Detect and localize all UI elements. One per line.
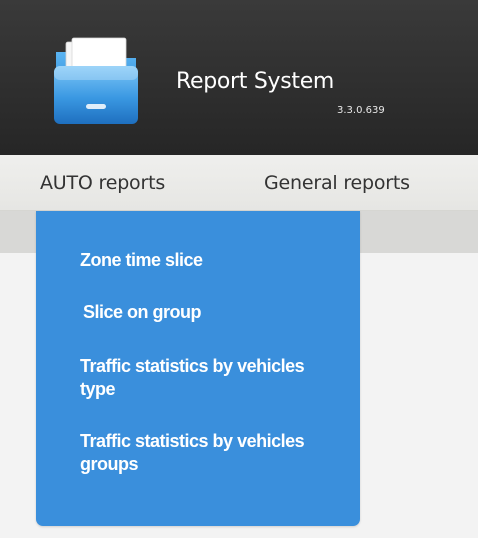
app-title: Report System bbox=[176, 69, 335, 94]
menu-item-traffic-statistics-by-vehicles-groups[interactable]: Traffic statistics by vehicles groups bbox=[80, 430, 340, 476]
menu-bar: AUTO reports General reports bbox=[0, 155, 478, 211]
menu-auto-reports[interactable]: AUTO reports bbox=[40, 172, 165, 194]
auto-reports-dropdown: Zone time slice Slice on group Traffic s… bbox=[36, 211, 360, 526]
menu-general-reports[interactable]: General reports bbox=[264, 172, 410, 194]
menu-item-traffic-statistics-by-vehicles-type[interactable]: Traffic statistics by vehicles type bbox=[80, 355, 340, 401]
menu-item-slice-on-group[interactable]: Slice on group bbox=[83, 301, 343, 324]
menu-item-zone-time-slice[interactable]: Zone time slice bbox=[80, 249, 340, 272]
app-header: Report System 3.3.0.639 bbox=[0, 0, 478, 155]
app-version: 3.3.0.639 bbox=[337, 105, 385, 116]
folder-icon bbox=[54, 37, 138, 124]
